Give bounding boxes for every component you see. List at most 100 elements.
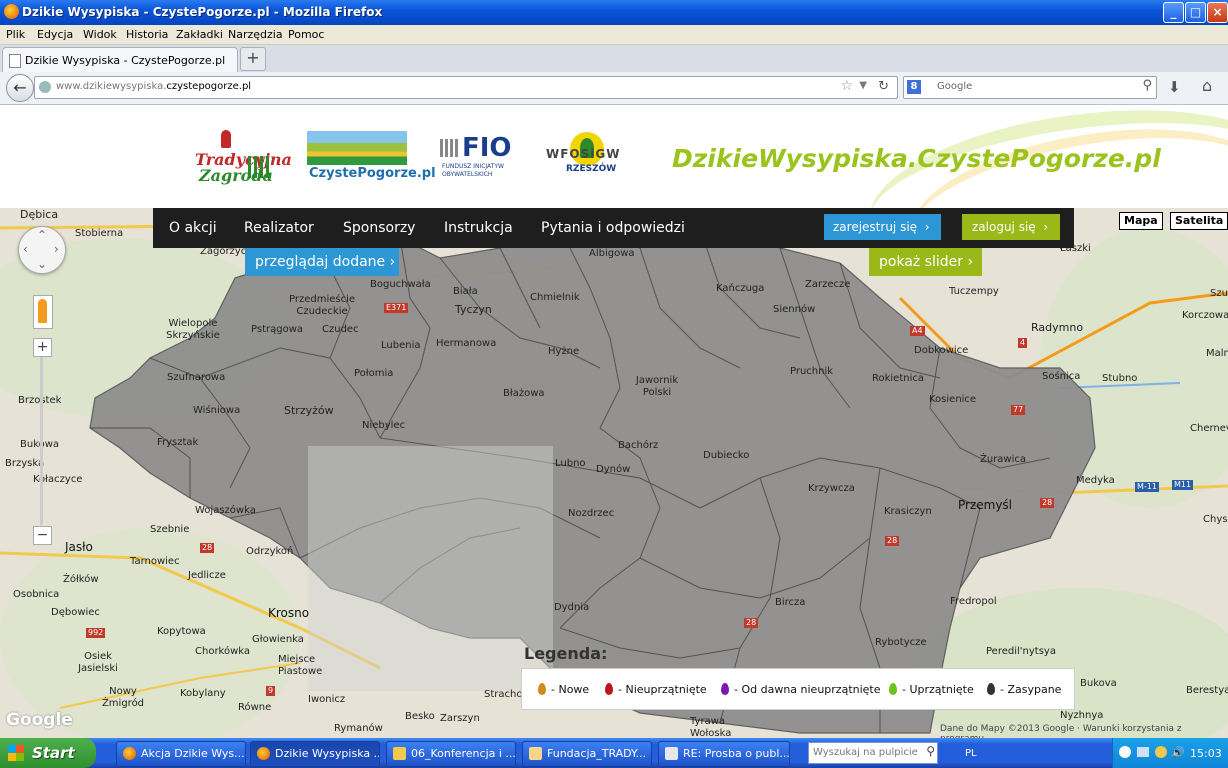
road-shield: 992	[86, 628, 106, 638]
messenger-icon[interactable]	[1155, 746, 1167, 758]
pan-right-icon[interactable]: ›	[54, 242, 59, 256]
road-shield: 28	[200, 543, 215, 553]
home-icon[interactable]: ⌂	[1202, 76, 1212, 95]
register-button[interactable]: zarejestruj się ›	[824, 214, 941, 240]
login-button[interactable]: zaloguj się ›	[962, 214, 1060, 240]
google-logo[interactable]: Google	[6, 710, 73, 730]
search-icon[interactable]: ⚲	[926, 744, 935, 758]
menu-plik[interactable]: Plik	[6, 28, 25, 41]
download-icon[interactable]: ⬇	[1168, 78, 1181, 96]
nav-realizator[interactable]: Realizator	[244, 220, 314, 236]
show-slider-button[interactable]: pokaż slider ›	[869, 248, 982, 276]
tab-dzikie-wysypiska[interactable]: Dzikie Wysypiska - CzystePogorze.pl	[2, 47, 238, 72]
place-label: Kańczuga	[716, 283, 765, 294]
close-button[interactable]: ×	[1207, 2, 1228, 23]
menu-narzedzia[interactable]: Narzędzia	[228, 28, 283, 41]
place-label: Bukova	[1080, 678, 1117, 689]
zoom-in-button[interactable]: +	[33, 338, 52, 357]
windows-logo-icon	[8, 745, 24, 761]
place-label: Hyżne	[548, 346, 580, 357]
place-label: Krzywcza	[808, 483, 855, 494]
fio-logo[interactable]: FIO FUNDUSZ INICJATYW OBYWATELSKICH	[440, 133, 520, 179]
firefox-icon	[257, 747, 270, 760]
nav-sponsorzy[interactable]: Sponsorzy	[343, 220, 415, 236]
bookmark-star-icon[interactable]: ☆	[840, 78, 853, 94]
place-label: Równe	[238, 702, 272, 713]
place-label: Chmielnik	[530, 292, 580, 303]
nav-instrukcja[interactable]: Instrukcja	[444, 220, 513, 236]
czystepogorze-logo[interactable]: CzystePogorze.pl	[307, 131, 436, 183]
clock[interactable]: 15:03	[1190, 747, 1222, 760]
menu-edycja[interactable]: Edycja	[37, 28, 73, 41]
place-label: Miejsce Piastowe	[278, 654, 323, 677]
menu-pomoc[interactable]: Pomoc	[288, 28, 324, 41]
taskbar-item[interactable]: RE: Prosba o publ...	[658, 741, 790, 767]
place-label: Żółków	[63, 574, 99, 585]
taskbar-item[interactable]: 06_Konferencja i ...	[386, 741, 516, 767]
taskbar-item-active[interactable]: Dzikie Wysypiska ...	[250, 741, 380, 767]
site-title: DzikieWysypiska.CzystePogorze.pl	[672, 144, 1161, 173]
map-type-satellite-button[interactable]: Satelita	[1170, 212, 1228, 230]
search-bar[interactable]: 8 Google ⚲	[903, 76, 1157, 99]
road-shield: E371	[384, 303, 409, 313]
nav-o-akcji[interactable]: O akcji	[169, 220, 217, 236]
logo4-text: WFOSiGW	[546, 147, 621, 161]
logo3-sub: FUNDUSZ INICJATYW OBYWATELSKICH	[442, 163, 504, 178]
menu-historia[interactable]: Historia	[126, 28, 168, 41]
chevron-right-icon: ›	[924, 220, 930, 234]
search-icon[interactable]: ⚲	[1142, 78, 1152, 93]
network-icon[interactable]	[1137, 747, 1149, 757]
window-title: Dzikie Wysypiska - CzystePogorze.pl - Mo…	[22, 5, 383, 19]
back-button[interactable]: ←	[6, 74, 34, 102]
place-label: Albigowa	[589, 248, 635, 259]
pan-control[interactable]: ⌃ ⌄ ‹ ›	[18, 226, 66, 274]
language-indicator[interactable]: PL	[965, 748, 977, 759]
place-label: Szufnarowa	[167, 372, 226, 383]
place-label: Nowy Żmigród	[101, 686, 145, 709]
tradycyjna-zagroda-logo[interactable]: Tradycyjna Zagroda	[193, 130, 292, 185]
desktop-search-input[interactable]: Wyszukaj na pulpicie ⚲	[808, 742, 938, 764]
place-label: Jedlicze	[188, 570, 226, 581]
nav-pytania[interactable]: Pytania i odpowiedzi	[541, 220, 685, 236]
marker-pin-icon	[987, 683, 995, 695]
pan-up-icon[interactable]: ⌃	[37, 228, 47, 242]
place-label: Siennów	[773, 304, 816, 315]
place-label: Czudec	[322, 324, 359, 335]
place-label: Sośnica	[1042, 371, 1081, 382]
maximize-button[interactable]: □	[1185, 2, 1206, 23]
taskbar-item[interactable]: Akcja Dzikie Wys...	[116, 741, 246, 767]
legend-item-nowe: - Nowe	[538, 683, 589, 696]
place-label: Wojaszówka	[195, 505, 256, 516]
new-tab-button[interactable]: +	[240, 47, 266, 71]
marker-pin-icon	[721, 683, 729, 695]
zoom-out-button[interactable]: −	[33, 526, 52, 545]
start-button[interactable]: Start	[0, 738, 96, 768]
start-label: Start	[32, 744, 75, 762]
menu-zakladki[interactable]: Zakładki	[176, 28, 223, 41]
taskbar-item[interactable]: Fundacja_TRADY...	[522, 741, 652, 767]
street-view-pegman-icon[interactable]	[33, 295, 53, 329]
logo2-text: CzystePogorze.pl	[309, 166, 436, 181]
menu-widok[interactable]: Widok	[83, 28, 117, 41]
zoom-slider-track[interactable]	[40, 357, 43, 525]
legend-title: Legenda:	[524, 644, 608, 663]
chevron-down-icon[interactable]: ▼	[859, 80, 867, 91]
road-shield: 28	[744, 618, 759, 628]
place-label: Dębica	[20, 208, 59, 221]
map-type-map-button[interactable]: Mapa	[1119, 212, 1163, 230]
place-label: Tyczyn	[455, 303, 492, 316]
browse-label: przeglądaj dodane	[255, 254, 386, 270]
url-bar[interactable]: www.dzikiewysypiska.czystepogorze.pl ☆ ▼…	[34, 76, 898, 99]
map-area[interactable]: E371 A4 4 77 28 28 28 992 9 M-11 M11 28 …	[0, 208, 1228, 738]
pan-down-icon[interactable]: ⌄	[37, 257, 47, 271]
google-icon[interactable]: 8	[907, 80, 921, 94]
tray-expand-icon[interactable]	[1119, 746, 1131, 758]
browse-added-button[interactable]: przeglądaj dodane ›	[245, 248, 399, 276]
volume-icon[interactable]: 🔊	[1171, 746, 1185, 759]
pan-left-icon[interactable]: ‹	[23, 242, 28, 256]
reload-icon[interactable]: ↻	[878, 79, 889, 94]
logo-figure	[221, 130, 231, 148]
place-label: Krasiczyn	[884, 506, 932, 517]
minimize-button[interactable]: _	[1163, 2, 1184, 23]
wfosigw-logo[interactable]: WFOSiGW RZESZÓW	[546, 132, 631, 180]
